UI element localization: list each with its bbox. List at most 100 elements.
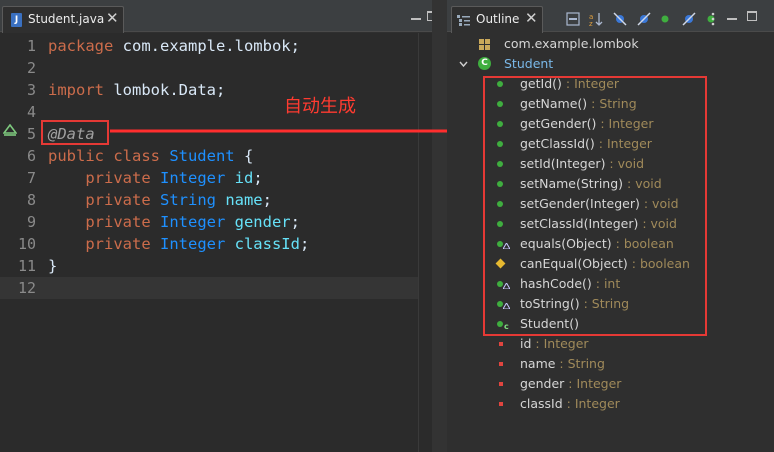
keyword-package: package xyxy=(48,37,114,55)
editor-vertical-scrollbar[interactable] xyxy=(418,33,432,452)
hide-local-types-icon[interactable] xyxy=(681,11,697,27)
code-line-11: 11 } xyxy=(0,255,418,277)
package-name: com.example.lombok xyxy=(504,36,639,51)
editor-tabbar: J Student.java ✕ xyxy=(0,0,447,33)
field-type: : String xyxy=(555,356,605,371)
field-name: name xyxy=(215,191,263,209)
minimize-button[interactable] xyxy=(411,10,423,22)
tab-label: Student.java xyxy=(28,12,105,26)
keyword-private: private xyxy=(85,191,151,209)
code-text: import lombok.Data; xyxy=(48,79,225,101)
class-icon: C xyxy=(478,57,491,70)
field-name: id xyxy=(520,336,532,351)
code-text: private Integer id; xyxy=(48,167,263,189)
field-type: Integer xyxy=(150,169,226,187)
keyword-private: private xyxy=(85,213,151,231)
outline-tabbar: Outline ✕ az xyxy=(447,0,774,33)
code-text: private String name; xyxy=(48,189,272,211)
semicolon: ; xyxy=(253,169,263,187)
field-name: name xyxy=(520,356,556,371)
package-name: com.example.lombok; xyxy=(113,37,300,55)
keyword-private: private xyxy=(85,169,151,187)
annotation-highlight-box xyxy=(41,120,109,145)
keyword-public-class: public class xyxy=(48,147,160,165)
line-number: 7 xyxy=(26,169,36,187)
code-line-7: 7 private Integer id; xyxy=(0,167,418,189)
line-number: 6 xyxy=(26,147,36,165)
line-number: 9 xyxy=(26,213,36,231)
code-text: private Integer classId; xyxy=(48,233,309,255)
code-line-1: 1 package com.example.lombok; xyxy=(0,35,418,57)
field-name: classId xyxy=(225,235,300,253)
close-icon[interactable]: ✕ xyxy=(106,9,119,27)
close-brace: } xyxy=(48,257,58,275)
view-menu-icon[interactable] xyxy=(705,11,721,27)
chevron-down-icon[interactable] xyxy=(459,60,468,68)
maximize-icon xyxy=(747,11,757,21)
hide-non-public-icon[interactable] xyxy=(657,11,673,27)
field-type: : Integer xyxy=(562,396,620,411)
code-text: public class Student { xyxy=(48,145,253,167)
editor-panel: J Student.java ✕ 1 package com.example.l… xyxy=(0,0,447,452)
hide-fields-icon[interactable] xyxy=(612,11,628,27)
sort-icon[interactable]: az xyxy=(588,11,604,27)
private-field-icon xyxy=(499,342,503,346)
package-declaration-icon xyxy=(479,39,490,50)
tab-outline[interactable]: Outline ✕ xyxy=(451,6,543,33)
class-name: Student xyxy=(159,147,235,165)
semicolon: ; xyxy=(290,213,300,231)
field-name: classId xyxy=(520,396,563,411)
outline-icon xyxy=(457,15,470,26)
semicolon: ; xyxy=(299,235,310,253)
line-number: 1 xyxy=(26,37,36,55)
field-name: gender xyxy=(225,213,291,231)
panel-splitter[interactable] xyxy=(432,0,447,452)
code-line-2: 2 xyxy=(0,57,418,79)
line-number: 2 xyxy=(26,59,36,77)
private-field-icon xyxy=(499,402,503,406)
line-number: 3 xyxy=(26,81,36,99)
field-name: id xyxy=(225,169,254,187)
code-text: private Integer gender; xyxy=(48,211,300,233)
private-field-icon xyxy=(499,382,503,386)
collapse-all-icon[interactable] xyxy=(565,11,581,27)
minimize-icon xyxy=(411,18,421,20)
keyword-private: private xyxy=(85,235,151,253)
minimize-button[interactable] xyxy=(727,10,739,22)
code-text: package com.example.lombok; xyxy=(48,35,300,57)
field-type: : Integer xyxy=(531,336,589,351)
generated-methods-highlight-box xyxy=(483,76,707,336)
code-line-9: 9 private Integer gender; xyxy=(0,211,418,233)
line-number: 12 xyxy=(17,279,36,297)
keyword-import: import xyxy=(48,81,104,99)
import-name: lombok.Data; xyxy=(104,81,226,99)
code-text: } xyxy=(48,255,57,277)
java-file-icon: J xyxy=(11,13,22,27)
override-marker-icon[interactable] xyxy=(3,124,17,136)
field-type: String xyxy=(150,191,216,209)
outline-tab-label: Outline xyxy=(476,12,520,26)
close-icon[interactable]: ✕ xyxy=(525,9,538,27)
line-number: 11 xyxy=(17,257,36,275)
field-name: gender xyxy=(520,376,565,391)
annotation-note: 自动生成 xyxy=(284,96,356,117)
code-line-6: 6 public class Student { xyxy=(0,145,418,167)
field-type: : Integer xyxy=(564,376,622,391)
field-type: Integer xyxy=(150,213,226,231)
maximize-button[interactable] xyxy=(747,10,759,22)
minimize-icon xyxy=(727,18,737,20)
svg-text:z: z xyxy=(589,20,593,27)
code-line-8: 8 private String name; xyxy=(0,189,418,211)
line-number: 4 xyxy=(26,103,36,121)
line-number: 10 xyxy=(17,235,36,253)
line-number: 8 xyxy=(26,191,36,209)
tab-student-java[interactable]: J Student.java ✕ xyxy=(2,6,124,33)
code-line-10: 10 private Integer classId; xyxy=(0,233,418,255)
field-type: Integer xyxy=(150,235,226,253)
hide-static-icon[interactable] xyxy=(636,11,652,27)
semicolon: ; xyxy=(262,191,272,209)
open-brace: { xyxy=(234,147,254,165)
class-name: Student xyxy=(504,56,554,71)
private-field-icon xyxy=(499,362,503,366)
code-line-12: 12 xyxy=(0,277,418,299)
